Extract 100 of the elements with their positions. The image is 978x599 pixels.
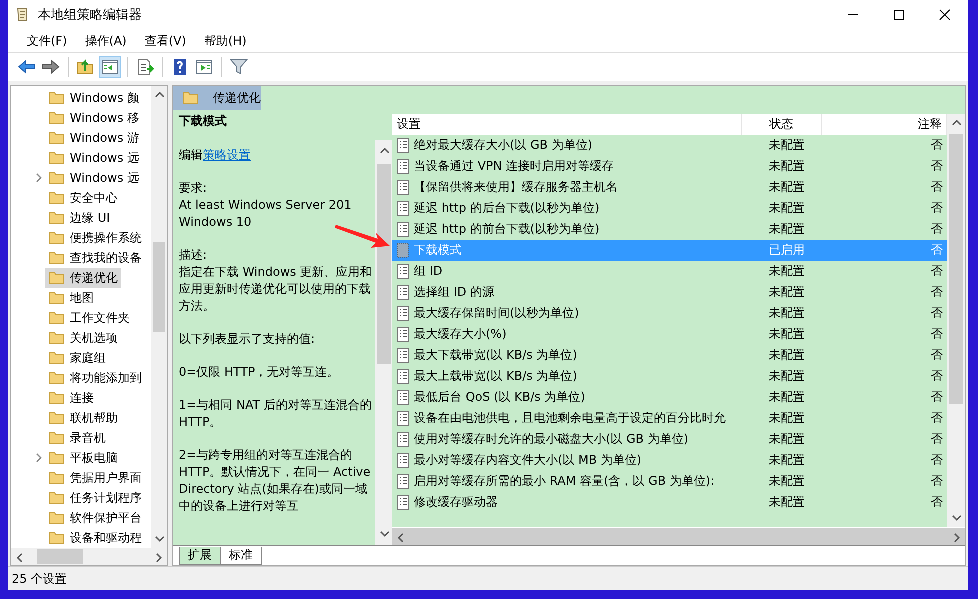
state-cell-text: 已启用 bbox=[768, 242, 806, 259]
tree-item[interactable]: Windows 远 bbox=[45, 168, 142, 188]
table-row[interactable]: 组 ID 未配置 否 bbox=[392, 261, 947, 282]
scroll-down-icon[interactable] bbox=[378, 529, 388, 539]
table-row[interactable]: 绝对最大缓存大小(以 GB 为单位) 未配置 否 bbox=[392, 135, 947, 156]
scroll-up-icon[interactable] bbox=[154, 90, 164, 100]
folder-icon bbox=[49, 331, 65, 345]
scroll-up-icon[interactable] bbox=[951, 118, 961, 128]
scrollbar-thumb[interactable] bbox=[376, 164, 390, 364]
horizontal-scrollbar[interactable] bbox=[392, 527, 965, 545]
table-row[interactable]: 设备在由电池供电，且电池剩余电量高于设定的百分比时允 未配置 否 bbox=[392, 408, 947, 429]
tree-item[interactable]: 安全中心 bbox=[45, 188, 121, 208]
tree-item[interactable]: 任务计划程序 bbox=[45, 488, 145, 508]
folder-up-icon[interactable] bbox=[76, 57, 96, 77]
table-row[interactable]: 最大下载带宽(以 KB/s 为单位) 未配置 否 bbox=[392, 345, 947, 366]
tree-item[interactable]: 连接 bbox=[45, 388, 97, 408]
vertical-scrollbar[interactable] bbox=[947, 114, 965, 527]
table-row[interactable]: 最大缓存大小(%) 未配置 否 bbox=[392, 324, 947, 345]
folder-icon bbox=[49, 251, 65, 265]
table-row[interactable]: 【保留供将来使用】缓存服务器主机名 未配置 否 bbox=[392, 177, 947, 198]
setting-name: 最小对等缓存内容文件大小(以 MB 为单位) bbox=[414, 452, 642, 469]
tree-item[interactable]: Windows 移 bbox=[45, 108, 142, 128]
tree-item[interactable]: 凭据用户界面 bbox=[45, 468, 145, 488]
scroll-down-icon[interactable] bbox=[154, 534, 164, 544]
close-icon[interactable] bbox=[937, 9, 953, 21]
description-text: 0=仅限 HTTP，无对等互连。 bbox=[179, 364, 340, 381]
tree-item[interactable]: Windows 游 bbox=[45, 128, 142, 148]
column-header[interactable]: 设置 bbox=[392, 114, 742, 135]
tree-item[interactable]: 便携操作系统 bbox=[45, 228, 145, 248]
state-cell-text: 未配置 bbox=[768, 347, 806, 364]
expand-chevron-icon[interactable] bbox=[35, 173, 43, 183]
tree-item[interactable]: 联机帮助 bbox=[45, 408, 121, 428]
table-row[interactable]: 最小对等缓存内容文件大小(以 MB 为单位) 未配置 否 bbox=[392, 450, 947, 471]
table-row[interactable]: 当设备通过 VPN 连接时启用对等缓存 未配置 否 bbox=[392, 156, 947, 177]
folder-icon bbox=[49, 391, 65, 405]
table-row[interactable]: 修改缓存驱动器 未配置 否 bbox=[392, 492, 947, 513]
comment-cell-text: 否 bbox=[930, 431, 944, 448]
scrollbar-thumb[interactable] bbox=[153, 242, 165, 332]
tree-item[interactable]: 查找我的设备 bbox=[45, 248, 145, 268]
horizontal-scrollbar[interactable] bbox=[11, 548, 167, 565]
folder-icon bbox=[49, 231, 65, 245]
tree-item[interactable]: 传递优化 bbox=[45, 268, 121, 288]
scroll-left-icon[interactable] bbox=[15, 552, 25, 562]
comment-cell-text: 否 bbox=[930, 494, 944, 511]
scroll-up-icon[interactable] bbox=[378, 146, 388, 156]
back-arrow-icon[interactable] bbox=[17, 57, 37, 77]
scroll-down-icon[interactable] bbox=[951, 513, 961, 523]
setting-icon bbox=[397, 474, 409, 489]
filter-icon[interactable] bbox=[229, 57, 249, 77]
tree-pane-icon[interactable] bbox=[100, 57, 120, 77]
menu-item[interactable]: 文件(F) bbox=[18, 32, 76, 50]
setting-icon bbox=[397, 243, 409, 258]
folder-icon bbox=[49, 271, 65, 285]
table-row[interactable]: 启用对等缓存所需的最小 RAM 容量(含，以 GB 为单位): 未配置 否 bbox=[392, 471, 947, 492]
table-row[interactable]: 最低后台 QoS (以 KB/s 为单位) 未配置 否 bbox=[392, 387, 947, 408]
tree-item[interactable]: 工作文件夹 bbox=[45, 308, 133, 328]
column-header[interactable]: 状态 bbox=[742, 114, 822, 135]
tree-item[interactable]: 家庭组 bbox=[45, 348, 109, 368]
tree-item[interactable]: 关机选项 bbox=[45, 328, 121, 348]
tree-item[interactable]: Windows 颜 bbox=[45, 88, 142, 108]
table-row[interactable]: 最大上载带宽(以 KB/s 为单位) 未配置 否 bbox=[392, 366, 947, 387]
menu-item[interactable]: 查看(V) bbox=[136, 32, 196, 50]
table-row[interactable]: 使用对等缓存时允许的最小磁盘大小(以 GB 为单位) 未配置 否 bbox=[392, 429, 947, 450]
setting-name: 【保留供将来使用】缓存服务器主机名 bbox=[414, 179, 618, 196]
tree-item[interactable]: Windows 远 bbox=[45, 148, 142, 168]
tree-item[interactable]: 平板电脑 bbox=[45, 448, 121, 468]
comment-cell-text: 否 bbox=[930, 347, 944, 364]
comment-cell-text: 否 bbox=[930, 305, 944, 322]
policy-settings-link[interactable]: 策略设置 bbox=[203, 148, 251, 162]
scrollbar-thumb[interactable] bbox=[949, 134, 963, 404]
tree-item[interactable]: 地图 bbox=[45, 288, 97, 308]
menu-item[interactable]: 帮助(H) bbox=[195, 32, 256, 50]
table-row[interactable]: 最大缓存保留时间(以秒为单位) 未配置 否 bbox=[392, 303, 947, 324]
description-scrollbar[interactable] bbox=[375, 140, 392, 545]
expand-chevron-icon[interactable] bbox=[35, 453, 43, 463]
scrollbar-thumb[interactable] bbox=[37, 549, 83, 564]
folder-icon bbox=[49, 171, 65, 185]
table-row[interactable]: 延迟 http 的后台下载(以秒为单位) 未配置 否 bbox=[392, 198, 947, 219]
tree-item[interactable]: 录音机 bbox=[45, 428, 109, 448]
vertical-scrollbar[interactable] bbox=[151, 86, 167, 548]
table-row[interactable]: 选择组 ID 的源 未配置 否 bbox=[392, 282, 947, 303]
folder-icon bbox=[49, 371, 65, 385]
action-pane-icon[interactable] bbox=[194, 57, 214, 77]
comment-cell-text: 否 bbox=[930, 284, 944, 301]
table-row[interactable]: 延迟 http 的前台下载(以秒为单位) 未配置 否 bbox=[392, 219, 947, 240]
forward-arrow-icon[interactable] bbox=[41, 57, 61, 77]
tab[interactable]: 扩展 bbox=[179, 547, 221, 565]
maximize-icon[interactable] bbox=[891, 9, 907, 21]
menu-item[interactable]: 操作(A) bbox=[76, 32, 136, 50]
tree-item[interactable]: 软件保护平台 bbox=[45, 508, 145, 528]
tab[interactable]: 标准 bbox=[220, 547, 262, 565]
setting-name: 设备在由电池供电，且电池剩余电量高于设定的百分比时允 bbox=[414, 410, 726, 427]
scroll-left-icon[interactable] bbox=[396, 532, 406, 542]
folder-icon bbox=[49, 411, 65, 425]
folder-icon bbox=[49, 291, 65, 305]
tree-item[interactable]: 设备和驱动程 bbox=[45, 528, 145, 548]
state-cell-text: 未配置 bbox=[768, 305, 806, 322]
folder-icon bbox=[49, 351, 65, 365]
tree-item[interactable]: 将功能添加到 bbox=[45, 368, 145, 388]
tree-item[interactable]: 边缘 UI bbox=[45, 208, 114, 228]
